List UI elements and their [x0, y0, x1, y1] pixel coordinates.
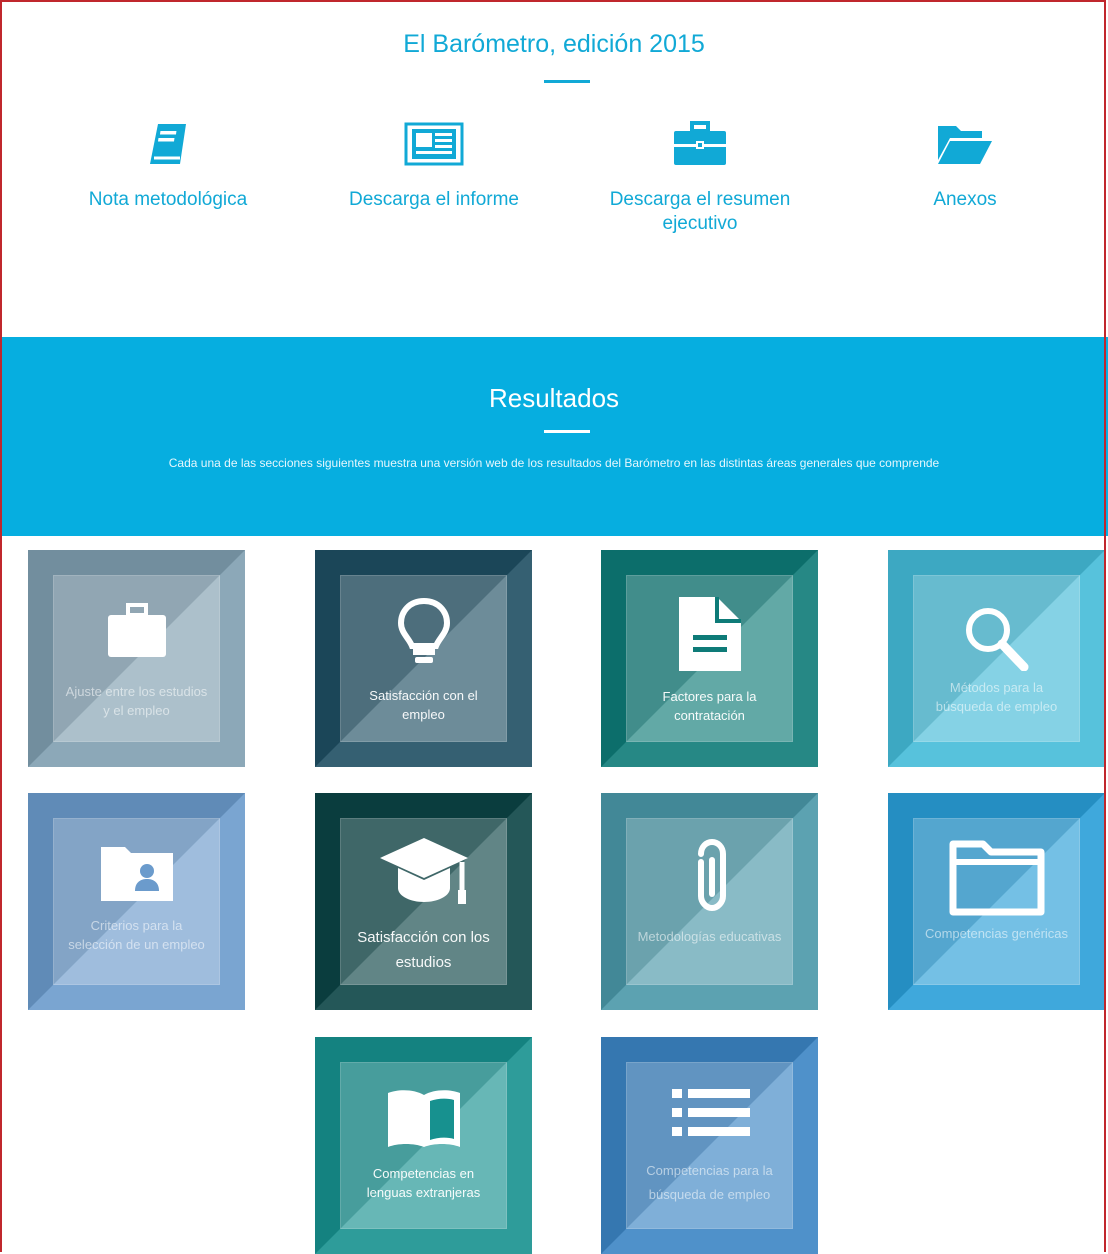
results-divider [544, 430, 590, 433]
tile-label: Satisfacción con el empleo [369, 688, 478, 722]
tile-label: Competencias genéricas [924, 926, 1069, 941]
tile-satisfaccion-estudios[interactable]: Satisfacción con los estudios [315, 793, 532, 1010]
newspaper-icon [304, 120, 564, 168]
nota-metodologica-label: Nota metodológica [88, 189, 248, 210]
contact-folder-icon [53, 845, 220, 908]
tile-metodos-busqueda-empleo[interactable]: Métodos para la búsqueda de empleo [888, 550, 1105, 767]
folder-icon [913, 840, 1080, 921]
tile-competencias-busqueda-empleo[interactable]: Competencias para la búsqueda de empleo [601, 1037, 818, 1254]
tile-label: Criterios para la selección de un empleo [68, 918, 205, 952]
page-title: El Barómetro, edición 2015 [403, 30, 705, 58]
results-description: Cada una de las secciones siguientes mue… [168, 456, 940, 470]
folder-open-icon [835, 120, 1095, 168]
book-icon [38, 120, 298, 168]
nota-metodologica-link[interactable]: Nota metodológica [38, 120, 298, 212]
tile-competencias-lenguas-extranjeras[interactable]: Competencias en lenguas extranjeras [315, 1037, 532, 1254]
tile-label: Competencias para la búsqueda de empleo [646, 1163, 773, 1202]
open-book-icon [340, 1087, 507, 1154]
anexos-label: Anexos [933, 189, 997, 210]
tile-competencias-genericas[interactable]: Competencias genéricas [888, 793, 1105, 1010]
document-icon [626, 595, 793, 678]
tile-factores-contratacion[interactable]: Factores para la contratación [601, 550, 818, 767]
title-divider [544, 80, 590, 83]
tile-label: Competencias en lenguas extranjeras [366, 1166, 481, 1200]
tile-metodologias-educativas[interactable]: Metodologías educativas [601, 793, 818, 1010]
tile-label: Métodos para la búsqueda de empleo [935, 680, 1058, 714]
tile-label: Ajuste entre los estudios y el empleo [65, 684, 208, 718]
tile-label: Satisfacción con los estudios [357, 929, 490, 971]
briefcase-icon [570, 120, 830, 168]
descarga-resumen-link[interactable]: Descarga el resumen ejecutivo [570, 120, 830, 236]
anexos-link[interactable]: Anexos [835, 120, 1095, 212]
paperclip-icon [626, 838, 793, 923]
list-icon [626, 1087, 793, 1144]
tile-label: Metodologías educativas [637, 929, 782, 944]
results-title: Resultados [488, 383, 620, 413]
tile-criterios-seleccion-empleo[interactable]: Criterios para la selección de un empleo [28, 793, 245, 1010]
tile-ajuste-estudios-empleo[interactable]: Ajuste entre los estudios y el empleo [28, 550, 245, 767]
descarga-resumen-label: Descarga el resumen ejecutivo [609, 189, 791, 234]
tile-label: Factores para la contratación [662, 689, 757, 723]
graduation-cap-icon [340, 836, 507, 913]
descarga-informe-link[interactable]: Descarga el informe [304, 120, 564, 212]
lightbulb-icon [340, 597, 507, 672]
briefcase-icon [53, 603, 220, 664]
search-icon [913, 605, 1080, 676]
descarga-informe-label: Descarga el informe [348, 189, 520, 210]
tile-satisfaccion-empleo[interactable]: Satisfacción con el empleo [315, 550, 532, 767]
results-banner: Resultados Cada una de las secciones sig… [0, 337, 1108, 536]
